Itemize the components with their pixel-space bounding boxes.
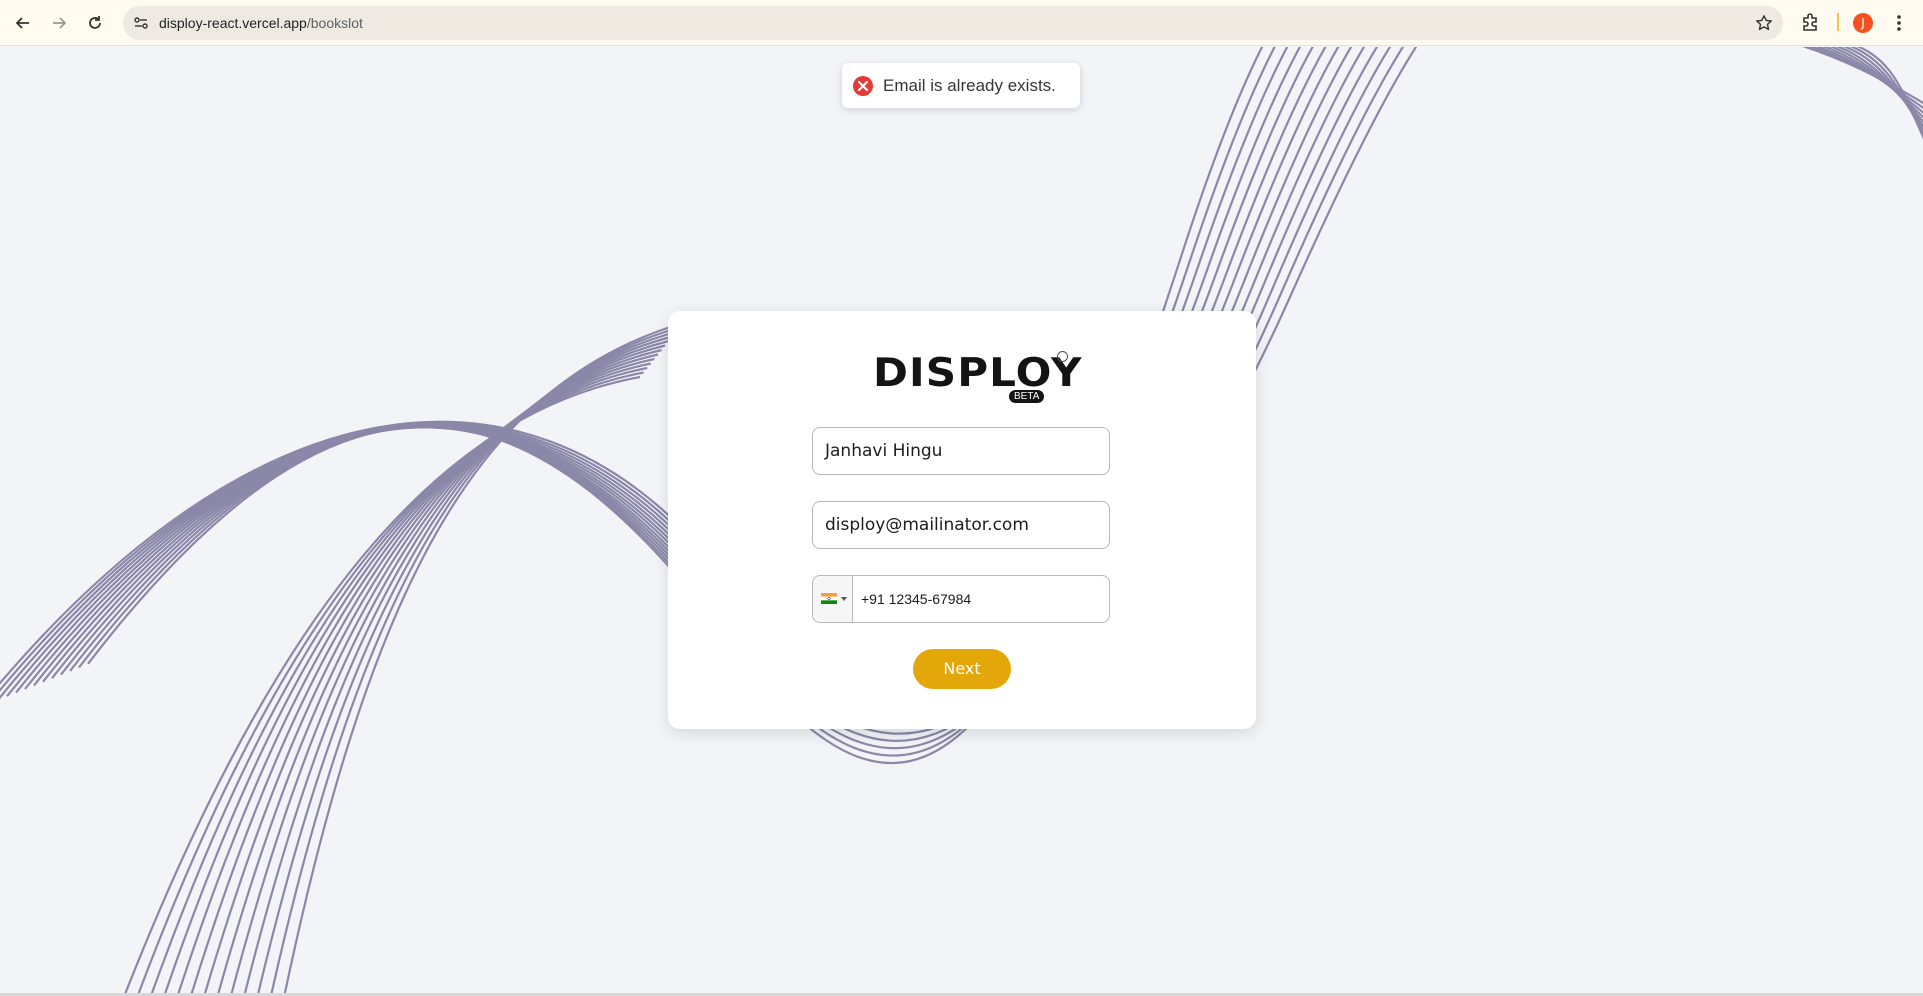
wave-line	[1829, 47, 1923, 124]
beta-badge: BETA	[1009, 390, 1045, 403]
reload-button[interactable]	[83, 11, 107, 35]
arrow-left-icon	[15, 17, 29, 29]
phone-value: +91 12345-67984	[861, 591, 972, 607]
error-toast: Email is already exists.	[842, 63, 1080, 108]
arrow-right-icon	[53, 17, 67, 29]
reload-icon	[89, 16, 101, 29]
india-flag-icon	[821, 593, 837, 604]
next-button[interactable]: Next	[913, 649, 1011, 689]
booking-form-card: DISPLOY BETA Janhavi Hingu disploy@maili…	[668, 311, 1256, 729]
logo-mark-icon	[1057, 351, 1068, 362]
name-field[interactable]: Janhavi Hingu	[812, 427, 1110, 475]
country-selector[interactable]	[813, 576, 853, 622]
profile-avatar[interactable]: J	[1853, 13, 1873, 33]
url-path: /bookslot	[306, 15, 363, 31]
back-button[interactable]	[11, 11, 35, 35]
phone-field[interactable]: +91 12345-67984	[812, 575, 1110, 623]
email-field[interactable]: disploy@mailinator.com	[812, 501, 1110, 549]
disploy-logo: DISPLOY BETA	[873, 351, 1081, 403]
site-settings-icon[interactable]	[133, 15, 149, 31]
toast-message: Email is already exists.	[883, 75, 1056, 95]
more-menu-icon[interactable]	[1891, 11, 1907, 35]
browser-toolbar: disploy-react.vercel.app/bookslot J	[0, 0, 1923, 46]
address-bar[interactable]: disploy-react.vercel.app/bookslot	[123, 6, 1783, 40]
error-x-icon	[853, 75, 873, 96]
extensions-puzzle-icon[interactable]	[1800, 11, 1822, 33]
email-value: disploy@mailinator.com	[825, 515, 1029, 535]
bookmark-star-icon[interactable]	[1755, 14, 1773, 32]
forward-button[interactable]	[47, 11, 71, 35]
logo-wordmark: DISPLOY	[873, 351, 1083, 396]
url-host: disploy-react.vercel.app	[159, 15, 307, 31]
name-value: Janhavi Hingu	[825, 441, 943, 461]
toolbar-separator	[1837, 13, 1839, 31]
url-text[interactable]: disploy-react.vercel.app/bookslot	[159, 15, 363, 31]
chevron-down-icon	[841, 597, 847, 601]
